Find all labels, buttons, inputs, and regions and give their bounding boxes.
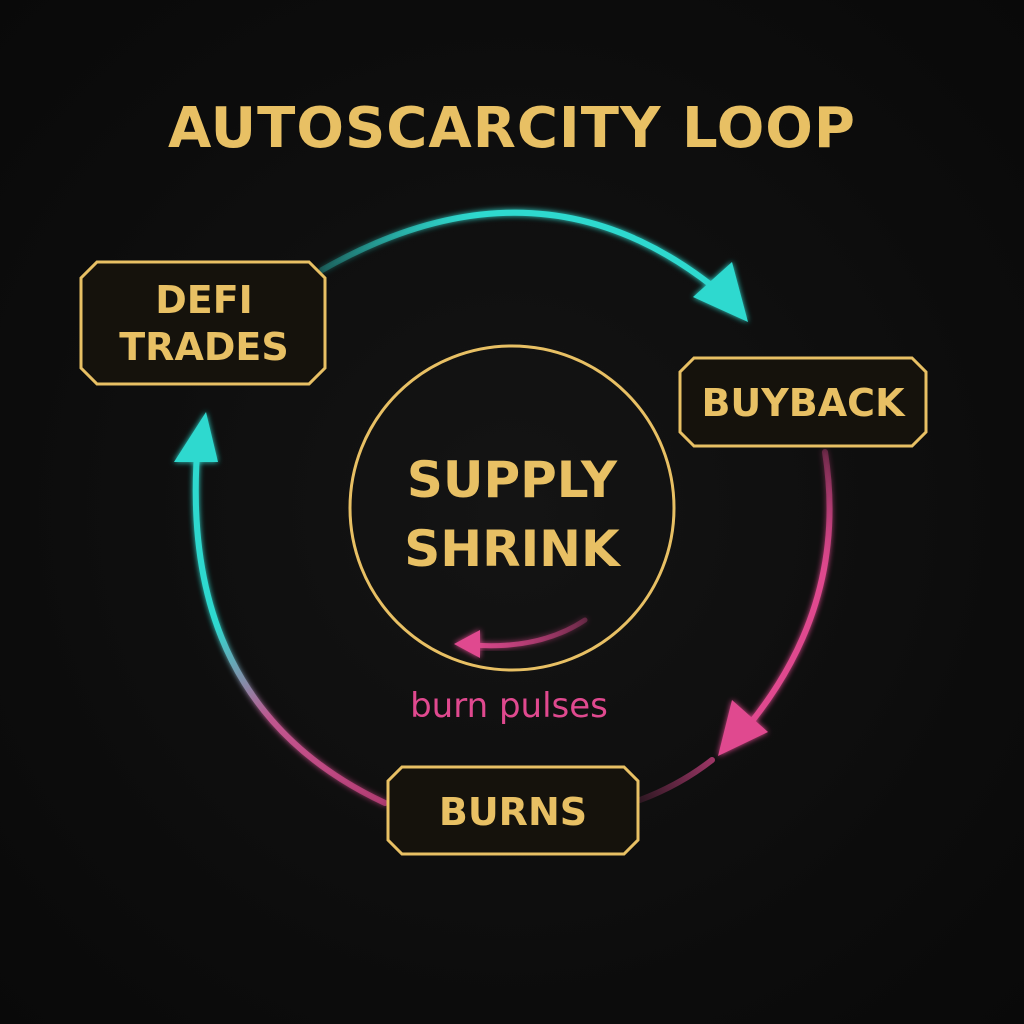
- loop-diagram: AUTOSCARCITY LOOP DEFI TRADES BUYBACK BU…: [79, 96, 928, 856]
- arrow-tail-burns: [637, 757, 715, 803]
- center-line2: SHRINK: [404, 520, 622, 578]
- arrowhead-icon: [174, 412, 218, 462]
- burn-pulses-label: burn pulses: [410, 686, 608, 726]
- node-defi-trades: DEFI TRADES: [79, 260, 327, 386]
- arrowhead-icon: [693, 262, 748, 322]
- node-burns-label: BURNS: [439, 790, 587, 834]
- arrow-defi-to-buyback: [319, 209, 738, 308]
- burn-pulse-arrow: [469, 617, 588, 649]
- node-defi-line1: DEFI: [155, 278, 253, 322]
- center-line1: SUPPLY: [407, 451, 618, 509]
- center-supply-shrink: SUPPLY SHRINK: [348, 344, 676, 672]
- arrow-buyback-to-burns: [735, 449, 833, 741]
- node-buyback-label: BUYBACK: [701, 381, 906, 425]
- node-buyback: BUYBACK: [678, 356, 928, 448]
- arrow-burns-to-defi: [192, 437, 388, 806]
- node-burns: BURNS: [386, 765, 640, 856]
- arrowhead-icon: [454, 630, 480, 658]
- node-defi-line2: TRADES: [119, 325, 288, 369]
- diagram-canvas: AUTOSCARCITY LOOP DEFI TRADES BUYBACK BU…: [0, 0, 1024, 1024]
- page-title: AUTOSCARCITY LOOP: [168, 96, 856, 161]
